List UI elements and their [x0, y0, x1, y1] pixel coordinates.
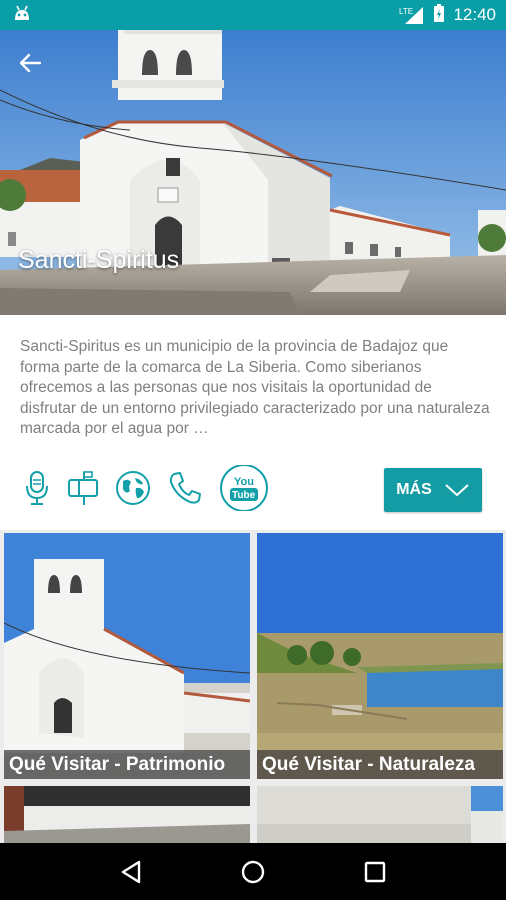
tile-4[interactable] [257, 786, 503, 843]
building-thumbnail [257, 786, 503, 843]
more-button-label: MÁS [396, 481, 432, 498]
navigation-bar [0, 843, 506, 900]
church-thumbnail [4, 533, 250, 779]
arrow-back-icon [19, 53, 42, 73]
lte-signal-icon: LTE [399, 5, 425, 25]
svg-text:LTE: LTE [399, 7, 413, 16]
more-button[interactable]: MÁS [384, 468, 482, 512]
globe-icon [116, 471, 150, 505]
nav-recents-button[interactable] [355, 852, 395, 892]
description-text: Sancti-Spiritus es un municipio de la pr… [20, 338, 490, 437]
action-icons: You Tube [22, 465, 270, 511]
android-icon [12, 4, 32, 27]
battery-icon [433, 3, 445, 28]
nav-recents-icon [364, 861, 386, 882]
phone-button[interactable] [166, 469, 204, 507]
status-bar: LTE 12:40 [0, 0, 506, 30]
tile-3[interactable] [4, 786, 250, 843]
landscape-thumbnail [257, 533, 503, 779]
nav-home-icon [241, 860, 265, 883]
phone-icon [169, 472, 201, 504]
youtube-button[interactable]: You Tube [218, 465, 270, 511]
tile-label: Qué Visitar - Patrimonio [4, 750, 250, 779]
info-card: Sancti-Spiritus es un municipio de la pr… [0, 315, 506, 530]
mailbox-icon [68, 471, 98, 505]
nav-home-button[interactable] [233, 852, 273, 892]
tile-patrimonio[interactable]: Qué Visitar - Patrimonio [4, 533, 250, 779]
tile-naturaleza[interactable]: Qué Visitar - Naturaleza [257, 533, 503, 779]
youtube-icon: You Tube [220, 465, 268, 511]
nav-back-button[interactable] [111, 852, 151, 892]
chevron-down-icon [445, 484, 469, 497]
street-thumbnail [4, 786, 250, 843]
tile-label: Qué Visitar - Naturaleza [257, 750, 503, 779]
back-button[interactable] [18, 52, 52, 82]
svg-text:Tube: Tube [232, 490, 256, 501]
svg-text:You: You [234, 476, 254, 488]
website-button[interactable] [114, 469, 152, 507]
page-title: Sancti-Spiritus [18, 246, 180, 274]
hero-image: Sancti-Spiritus [0, 30, 506, 315]
microphone-button[interactable] [22, 470, 52, 506]
microphone-icon [26, 471, 48, 505]
mailbox-button[interactable] [66, 470, 100, 506]
status-time: 12:40 [453, 5, 496, 24]
nav-back-icon [121, 860, 141, 883]
